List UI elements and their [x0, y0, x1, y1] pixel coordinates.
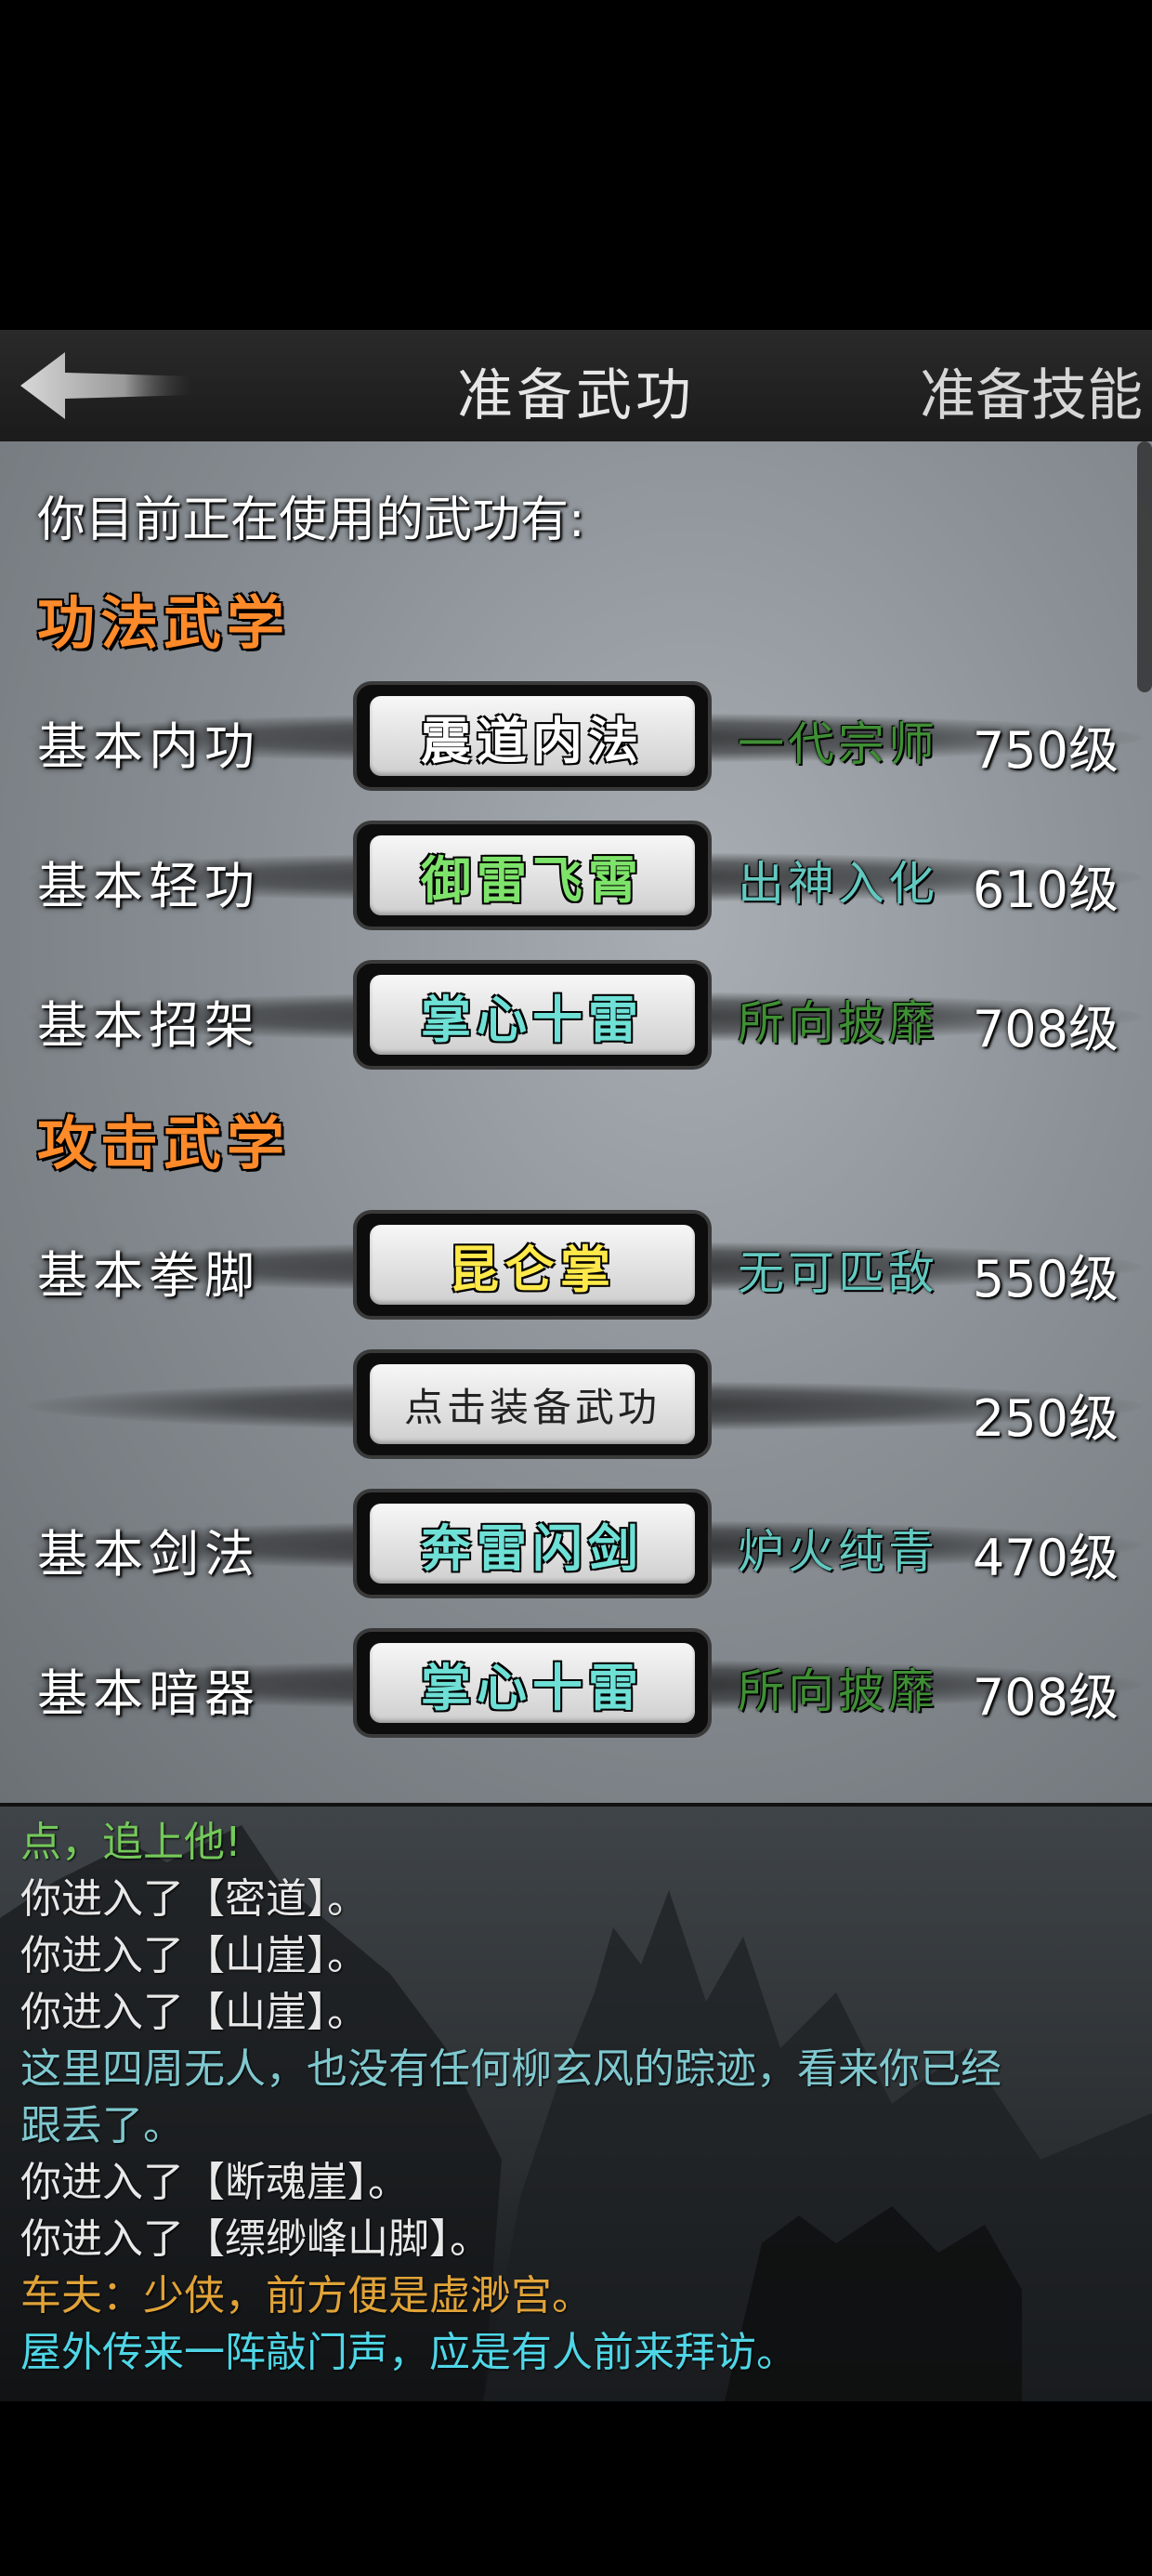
skill-name: 昆仑掌	[449, 1239, 616, 1299]
skill-row-qinggong: 基本轻功 御雷飞霄 出神入化 610级	[0, 821, 1152, 932]
level-text: 250级	[972, 1389, 1119, 1448]
skill-row-neigong: 基本内功 震道内法 一代宗师 750级	[0, 681, 1152, 793]
row-label: 基本暗器	[37, 1664, 260, 1723]
section-title-attack: 攻击武学	[37, 1110, 291, 1177]
log-lines: 点，追上他! 你进入了【密道】。 你进入了【山崖】。 你进入了【山崖】。这里四周无人，…	[20, 1814, 1135, 2381]
skill-row-quanjiao: 基本拳脚 昆仑掌 无可匹敌 550级	[0, 1210, 1152, 1321]
rank-text: 所向披靡	[738, 996, 938, 1050]
level-text: 610级	[972, 861, 1119, 919]
rank-text: 出神入化	[738, 857, 938, 911]
log-line: 你进入了【断魂崖】。	[20, 2159, 409, 2206]
skill-row-empty: 点击装备武功 250级	[0, 1349, 1152, 1461]
skill-name: 掌心十雷	[421, 989, 644, 1049]
equip-skill-button[interactable]: 点击装备武功	[353, 1349, 712, 1459]
skill-name: 御雷飞霄	[421, 849, 644, 910]
skill-name: 掌心十雷	[421, 1657, 644, 1717]
skill-slot-button[interactable]: 奔雷闪剑	[353, 1489, 712, 1598]
skill-slot-button[interactable]: 掌心十雷	[353, 1628, 712, 1738]
level-text: 550级	[972, 1250, 1119, 1308]
skill-name: 震道内法	[421, 710, 644, 770]
row-label: 基本轻功	[37, 857, 260, 915]
skill-slot-button[interactable]: 掌心十雷	[353, 960, 712, 1070]
message-log[interactable]: 点，追上他! 你进入了【密道】。 你进入了【山崖】。 你进入了【山崖】。这里四周无人，…	[0, 1803, 1152, 2401]
skill-name: 奔雷闪剑	[421, 1518, 644, 1578]
scrollbar[interactable]	[1137, 441, 1152, 692]
skill-slot-button[interactable]: 震道内法	[353, 681, 712, 791]
log-line: 跟丢了。	[20, 2102, 184, 2149]
level-text: 708级	[972, 1668, 1119, 1727]
skill-row-jianfa: 基本剑法 奔雷闪剑 炉火纯青 470级	[0, 1489, 1152, 1600]
level-text: 470级	[972, 1529, 1119, 1587]
log-line: 你进入了【密道】。	[20, 1875, 368, 1923]
log-line: 你进入了【山崖】。	[20, 1989, 368, 2036]
level-text: 750级	[972, 721, 1119, 780]
row-label: 基本拳脚	[37, 1246, 260, 1305]
log-line: 你进入了【缥缈峰山脚】。	[20, 2215, 491, 2263]
rank-text: 一代宗师	[738, 717, 938, 771]
log-line: 屋外传来一阵敲门声，应是有人前来拜访。	[20, 2329, 797, 2376]
level-text: 708级	[972, 1000, 1119, 1058]
intro-text: 你目前正在使用的武功有:	[37, 493, 585, 548]
log-line: 你进入了【山崖】。	[20, 1932, 368, 1979]
equip-prompt: 点击装备武功	[403, 1384, 661, 1430]
top-bar: 准备武功 准备技能	[0, 330, 1152, 445]
equipped-martial-arts-panel: 你目前正在使用的武功有: 功法武学 基本内功 震道内法 一代宗师 750级 基本…	[0, 441, 1152, 1803]
section-title-neigong: 功法武学	[37, 589, 291, 657]
row-label: 基本招架	[37, 996, 260, 1055]
rank-text: 无可匹敌	[738, 1246, 938, 1300]
rank-text: 所向披靡	[738, 1664, 938, 1718]
skill-row-zhaojia: 基本招架 掌心十雷 所向披靡 708级	[0, 960, 1152, 1071]
rank-text: 炉火纯青	[738, 1525, 938, 1579]
skill-slot-button[interactable]: 御雷飞霄	[353, 821, 712, 930]
row-label: 基本剑法	[37, 1525, 260, 1584]
log-line: 这里四周无人，也没有任何柳玄风的踪迹，看来你已经	[20, 2045, 1001, 2093]
log-line: 点，追上他!	[20, 1819, 242, 1866]
log-line: 车夫：少侠，前方便是虚渺宫。	[20, 2272, 593, 2320]
skill-row-anqi: 基本暗器 掌心十雷 所向披靡 708级	[0, 1628, 1152, 1740]
tab-prepare-skills[interactable]: 准备技能	[920, 350, 1143, 431]
row-label: 基本内功	[37, 717, 260, 776]
skill-slot-button[interactable]: 昆仑掌	[353, 1210, 712, 1320]
